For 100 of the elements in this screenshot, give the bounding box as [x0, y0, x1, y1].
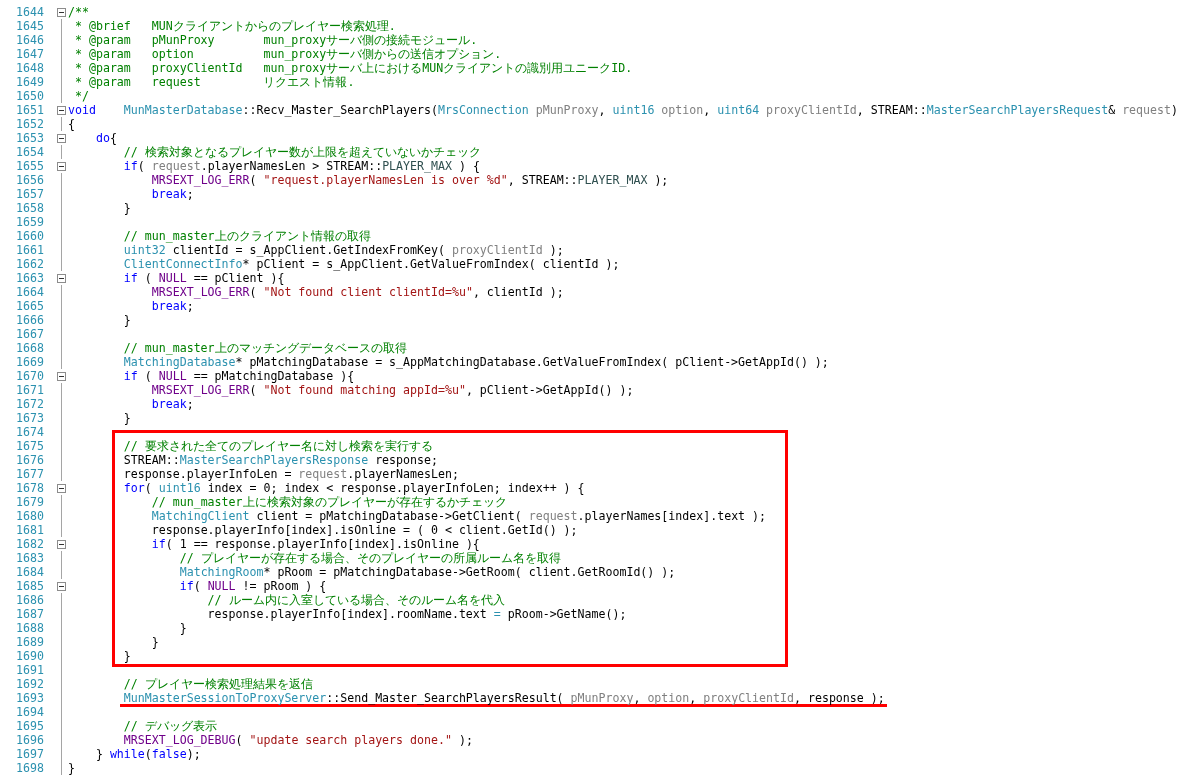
line-number: 1644	[15, 5, 44, 19]
line-number: 1653	[15, 131, 44, 145]
line-number: 1654	[15, 145, 44, 159]
line-number: 1664	[15, 285, 44, 299]
code-line: uint32 clientId = s_AppClient.GetIndexFromKey( proxyClientId );	[123, 243, 564, 257]
code-line: MatchingClient client = pMatchingDatabase->GetClient( request.playerNames[index].text );	[151, 509, 767, 523]
code-line: if ( NULL == pClient ){	[123, 271, 285, 285]
code-line: if( NULL != pRoom ) {	[179, 579, 327, 593]
line-number: 1645	[15, 19, 44, 33]
line-number: 1670	[15, 369, 44, 383]
collapse-icon[interactable]	[57, 581, 66, 591]
line-number: 1649	[15, 75, 44, 89]
line-number: 1681	[15, 523, 44, 537]
code-line: ClientConnectInfo* pClient = s_AppClient.GetValueFromIndex( clientId );	[123, 257, 620, 271]
line-number: 1684	[15, 565, 44, 579]
line-number: 1682	[15, 537, 44, 551]
code-line: }	[179, 621, 187, 635]
code-line: }	[123, 201, 131, 215]
code-line: */	[75, 89, 89, 103]
line-number: 1666	[15, 313, 44, 327]
line-number: 1694	[15, 705, 44, 719]
code-line: // mun_master上に検索対象のプレイヤーが存在するかチェック	[151, 495, 507, 509]
code-line: void MunMasterDatabase::Recv_Master_SearchPlayers(MrsConnection pMunProxy, uint16 option, uint64 proxyClientId, STREAM::MasterSearchPlayersRequest& request)	[68, 103, 1178, 117]
code-line: // 要求された全てのプレイヤー名に対し検索を実行する	[123, 439, 433, 453]
code-line: }	[123, 313, 131, 327]
line-number: 1686	[15, 593, 44, 607]
line-number: 1659	[15, 215, 44, 229]
code-line: // mun_master上のマッチングデータベースの取得	[123, 341, 407, 355]
line-number: 1667	[15, 327, 44, 341]
code-line: for( uint16 index = 0; index < response.playerInfoLen; index++ ) {	[123, 481, 585, 495]
code-line: } while(false);	[95, 747, 201, 761]
line-number: 1674	[15, 425, 44, 439]
line-number: 1676	[15, 453, 44, 467]
line-number: 1698	[15, 761, 44, 775]
line-number: 1687	[15, 607, 44, 621]
code-line: MatchingDatabase* pMatchingDatabase = s_AppMatchingDatabase.GetValueFromIndex( pClient->GetAppId() );	[123, 355, 829, 369]
code-line: // プレイヤーが存在する場合、そのプレイヤーの所属ルーム名を取得	[179, 551, 561, 565]
line-number: 1673	[15, 411, 44, 425]
line-number: 1646	[15, 33, 44, 47]
line-number: 1668	[15, 341, 44, 355]
code-line: MRSEXT_LOG_ERR( "Not found client clientId=%u", clientId );	[151, 285, 564, 299]
code-line: * @brief MUNクライアントからのプレイヤー検索処理.	[75, 19, 396, 33]
line-number: 1690	[15, 649, 44, 663]
code-line: {	[68, 117, 75, 131]
collapse-icon[interactable]	[57, 483, 66, 493]
code-line: * @param proxyClientId mun_proxyサーバ上におけるMUNクライアントの識別用ユニークID.	[75, 61, 633, 75]
code-line: // ルーム内に入室している場合、そのルーム名を代入	[207, 593, 505, 607]
line-number: 1652	[15, 117, 44, 131]
line-number: 1662	[15, 257, 44, 271]
code-line: if ( NULL == pMatchingDatabase ){	[123, 369, 355, 383]
line-number: 1696	[15, 733, 44, 747]
line-number: 1695	[15, 719, 44, 733]
code-line: MRSEXT_LOG_ERR( "Not found matching appId=%u", pClient->GetAppId() );	[151, 383, 634, 397]
code-line: if( request.playerNamesLen > STREAM::PLAYER_MAX ) {	[123, 159, 480, 173]
collapse-icon[interactable]	[57, 7, 66, 17]
line-number: 1692	[15, 677, 44, 691]
collapse-icon[interactable]	[57, 539, 66, 549]
line-number: 1655	[15, 159, 44, 173]
code-line: // デバッグ表示	[123, 719, 217, 733]
code-line: break;	[151, 397, 194, 411]
line-number: 1683	[15, 551, 44, 565]
line-number: 1661	[15, 243, 44, 257]
collapse-icon[interactable]	[57, 133, 66, 143]
code-line: }	[68, 761, 75, 775]
line-number: 1657	[15, 187, 44, 201]
line-number: 1648	[15, 61, 44, 75]
line-number: 1651	[15, 103, 44, 117]
line-number: 1650	[15, 89, 44, 103]
code-line: if( 1 == response.playerInfo[index].isOnline ){	[151, 537, 480, 551]
collapse-icon[interactable]	[57, 371, 66, 381]
code-line: break;	[151, 299, 194, 313]
line-number: 1679	[15, 495, 44, 509]
collapse-icon[interactable]	[57, 161, 66, 171]
line-number: 1658	[15, 201, 44, 215]
line-number: 1680	[15, 509, 44, 523]
code-line: }	[151, 635, 159, 649]
code-line: * @param pMunProxy mun_proxyサーバ側の接続モジュール.	[75, 33, 478, 47]
line-number: 1656	[15, 173, 44, 187]
code-line: do{	[95, 131, 117, 145]
code-line: MatchingRoom* pRoom = pMatchingDatabase->GetRoom( client.GetRoomId() );	[179, 565, 676, 579]
line-number: 1693	[15, 691, 44, 705]
code-line: MRSEXT_LOG_DEBUG( "update search players done." );	[123, 733, 473, 747]
line-number: 1665	[15, 299, 44, 313]
line-number: 1678	[15, 481, 44, 495]
code-line: response.playerInfo[index].roomName.text = pRoom->GetName();	[207, 607, 627, 621]
line-number: 1688	[15, 621, 44, 635]
code-line: // プレイヤー検索処理結果を返信	[123, 677, 313, 691]
collapse-icon[interactable]	[57, 273, 66, 283]
line-number: 1672	[15, 397, 44, 411]
line-number: 1685	[15, 579, 44, 593]
code-line: response.playerInfo[index].isOnline = ( 0 < client.GetId() );	[151, 523, 578, 537]
code-line: STREAM::MasterSearchPlayersResponse response;	[123, 453, 438, 467]
line-number: 1660	[15, 229, 44, 243]
code-line: break;	[151, 187, 194, 201]
code-line: * @param option mun_proxyサーバ側からの送信オプション.	[75, 47, 502, 61]
line-number: 1669	[15, 355, 44, 369]
collapse-icon[interactable]	[57, 105, 66, 115]
code-line: // mun_master上のクライアント情報の取得	[123, 229, 371, 243]
line-number: 1663	[15, 271, 44, 285]
line-number: 1671	[15, 383, 44, 397]
